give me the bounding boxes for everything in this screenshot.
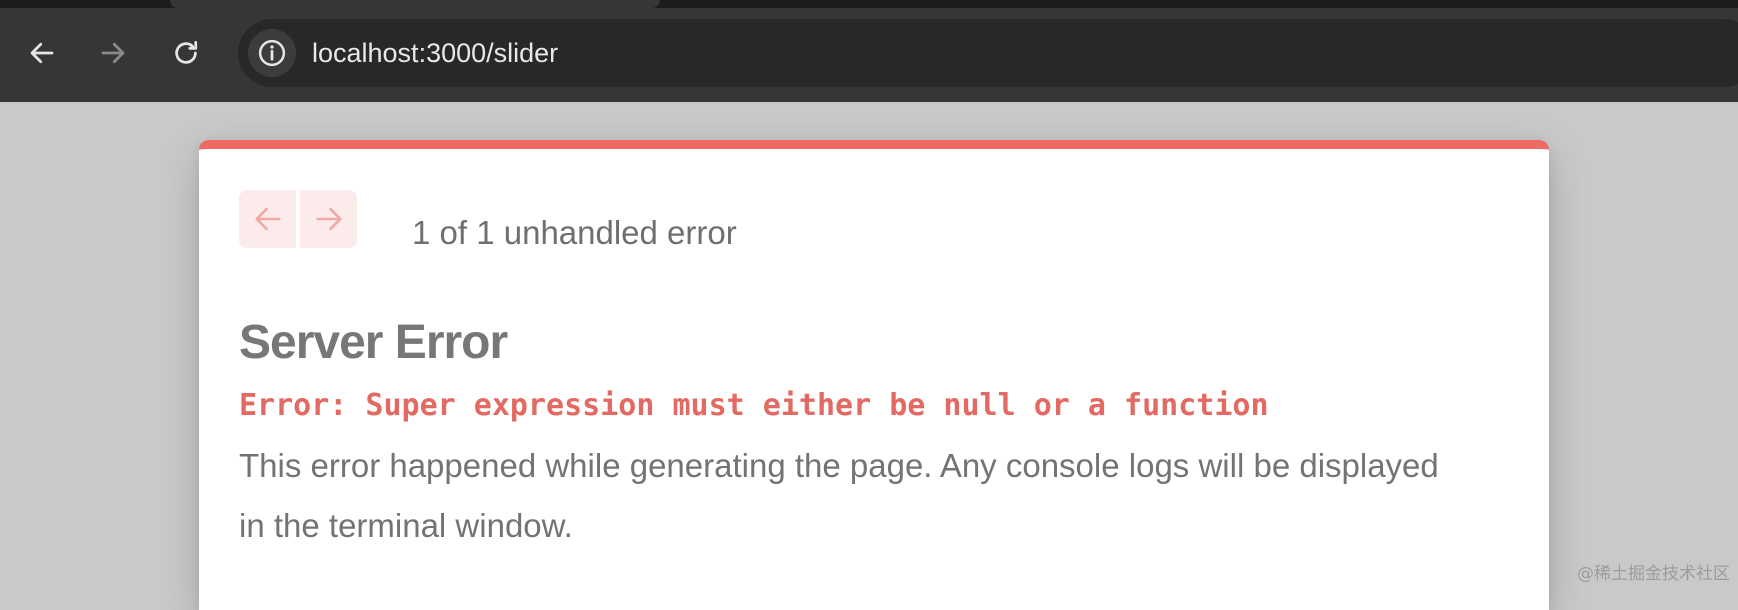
error-description: This error happened while generating the… (239, 447, 1439, 544)
next-error-button[interactable] (300, 190, 357, 248)
tab-strip (0, 0, 1738, 8)
active-tab[interactable] (170, 0, 660, 8)
site-info-button[interactable] (248, 29, 296, 77)
arrow-left-icon (254, 207, 281, 231)
error-message: Error: Super expression must either be n… (239, 388, 1269, 423)
watermark: @稀土掘金技术社区 (1577, 564, 1730, 584)
previous-error-button[interactable] (239, 190, 296, 248)
browser-toolbar: localhost:3000/slider (0, 0, 1738, 102)
info-icon (258, 39, 286, 67)
reload-icon (175, 41, 198, 64)
error-overlay-dialog: 1 of 1 unhandled error Server Error Erro… (199, 140, 1549, 610)
arrow-right-icon (101, 42, 125, 64)
forward-button[interactable] (93, 33, 133, 73)
back-button[interactable] (22, 33, 62, 73)
url-text[interactable]: localhost:3000/slider (312, 19, 558, 87)
error-count: 1 of 1 unhandled error (412, 214, 737, 251)
reload-button[interactable] (166, 33, 206, 73)
arrow-left-icon (30, 42, 54, 64)
address-bar[interactable]: localhost:3000/slider (238, 19, 1738, 87)
error-title: Server Error (239, 316, 508, 369)
error-pager (239, 190, 357, 248)
arrow-right-icon (315, 207, 342, 231)
